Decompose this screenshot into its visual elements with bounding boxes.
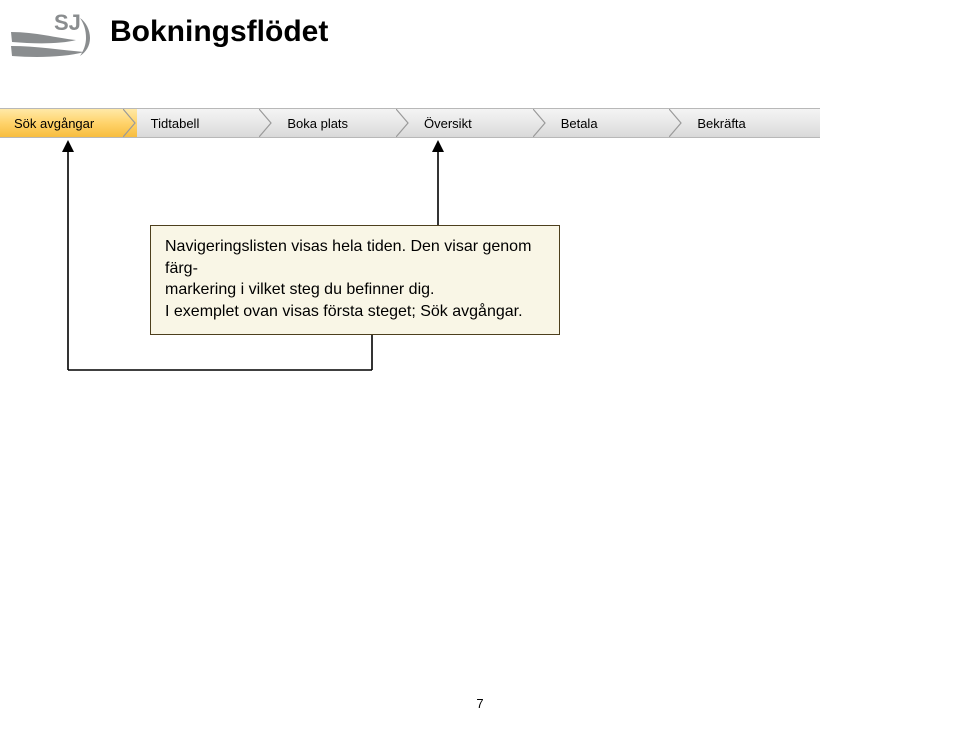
nav-step-label: Översikt [424,116,472,131]
nav-step-label: Tidtabell [151,116,200,131]
callout-text-line: Navigeringslisten visas hela tiden. Den … [165,236,545,279]
nav-step-oversikt[interactable]: Översikt [410,109,547,137]
nav-step-betala[interactable]: Betala [547,109,684,137]
callout-text-line: markering i vilket steg du befinner dig. [165,279,545,301]
page-number: 7 [0,696,960,711]
chevron-right-icon [669,109,683,137]
nav-step-boka-plats[interactable]: Boka plats [273,109,410,137]
nav-step-label: Bekräfta [697,116,745,131]
chevron-right-icon [123,109,137,137]
chevron-right-icon [533,109,547,137]
nav-step-label: Boka plats [287,116,348,131]
callout-text-line: I exemplet ovan visas första steget; Sök… [165,301,545,323]
arrow-up-icon [428,140,448,225]
chevron-right-icon [259,109,273,137]
arrow-up-icon [58,140,78,225]
connector [67,225,69,370]
sj-logo: SJ [6,10,106,65]
booking-flow-nav: Sök avgångar Tidtabell Boka plats Översi… [0,108,820,138]
nav-step-label: Betala [561,116,598,131]
nav-step-tidtabell[interactable]: Tidtabell [137,109,274,137]
callout-box: Navigeringslisten visas hela tiden. Den … [150,225,560,335]
nav-step-sok-avgangar[interactable]: Sök avgångar [0,109,137,137]
svg-text:SJ: SJ [54,10,81,35]
nav-step-label: Sök avgångar [14,116,94,131]
page-title: Bokningsflödet [110,15,328,49]
nav-step-bekrafta[interactable]: Bekräfta [683,109,820,137]
chevron-right-icon [396,109,410,137]
